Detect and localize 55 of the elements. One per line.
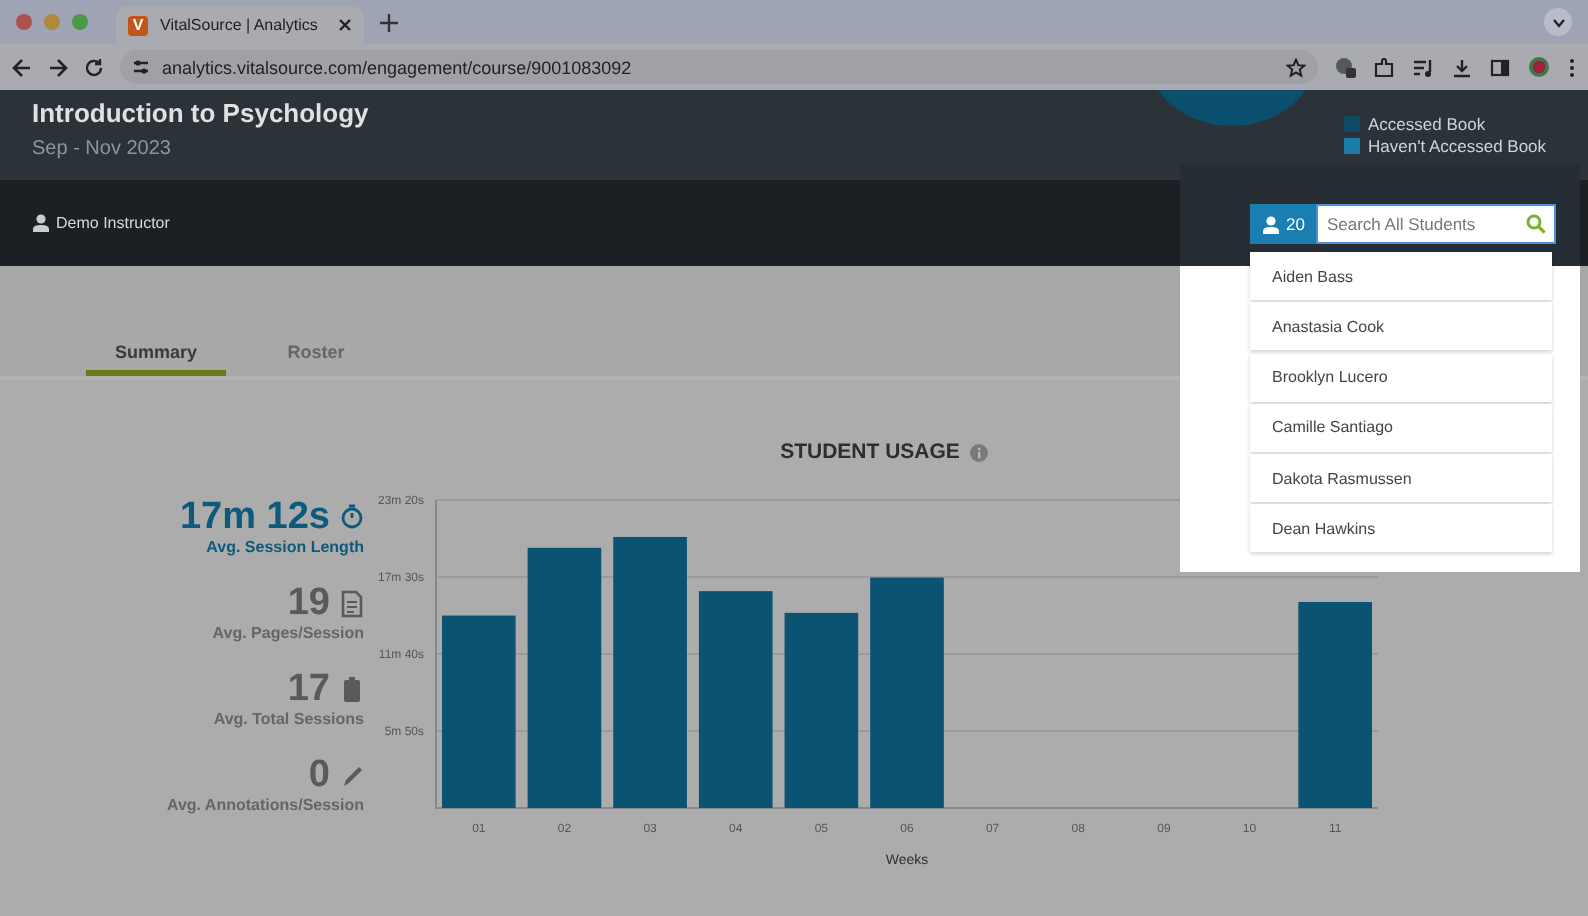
student-suggestion[interactable]: Dakota Rasmussen — [1250, 454, 1552, 503]
site-settings-icon[interactable] — [132, 58, 150, 76]
back-arrow-icon[interactable] — [12, 57, 32, 77]
stat-value: 17m 12s — [179, 496, 330, 538]
caret-icon[interactable] — [1551, 17, 1565, 27]
chart-title: STUDENT USAGE — [780, 440, 960, 464]
search-icon[interactable] — [1526, 214, 1547, 234]
student-suggestion[interactable]: Brooklyn Lucero — [1250, 353, 1552, 402]
window-control-dot[interactable] — [72, 14, 88, 30]
student-suggestion[interactable]: Anastasia Cook — [1250, 302, 1552, 351]
address-bar[interactable]: analytics.vitalsource.com/engagement/course/9001083092 — [120, 50, 1318, 84]
profile-avatar-icon[interactable] — [1528, 56, 1550, 78]
download-icon[interactable] — [1452, 57, 1472, 77]
puzzle-icon[interactable] — [1374, 57, 1394, 77]
user-icon — [32, 214, 50, 232]
stat-value: 19 — [287, 582, 330, 624]
forward-arrow-icon[interactable] — [48, 57, 68, 77]
reload-icon[interactable] — [84, 57, 104, 77]
more-menu-icon[interactable] — [1568, 57, 1576, 77]
stat-label: Avg. Pages/Session — [212, 624, 364, 642]
browser-tab[interactable]: V VitalSource | Analytics — [116, 6, 364, 44]
close-icon[interactable] — [338, 18, 352, 32]
course-title: Introduction to Psychology — [32, 98, 369, 128]
favicon: V — [128, 15, 148, 35]
course-dates: Sep - Nov 2023 — [32, 138, 173, 160]
battery-icon — [340, 675, 364, 703]
stat-label: Avg. Annotations/Session — [166, 796, 364, 814]
star-icon[interactable] — [1286, 57, 1306, 77]
student-suggestion[interactable]: Dean Hawkins — [1250, 504, 1552, 553]
tab-menu-button[interactable] — [1544, 8, 1572, 36]
student-count-button[interactable]: 20 — [1250, 204, 1317, 244]
plus-icon[interactable] — [380, 13, 398, 31]
instructor-name: Demo Instructor — [56, 214, 170, 232]
legend-label: Accessed Book — [1368, 114, 1486, 134]
url-text: analytics.vitalsource.com/engagement/course/9001083092 — [162, 57, 634, 77]
stat-value: 0 — [308, 754, 330, 796]
window-control-dot[interactable] — [44, 14, 60, 30]
student-suggestion[interactable]: Camille Santiago — [1250, 403, 1552, 452]
tab[interactable]: Summary — [86, 342, 226, 376]
student-suggestion[interactable]: Aiden Bass — [1250, 252, 1552, 300]
tab-title: VitalSource | Analytics — [160, 16, 320, 34]
media-control-icon[interactable] — [1412, 57, 1434, 77]
stat-label: Avg. Total Sessions — [213, 710, 364, 728]
user-icon — [1262, 215, 1280, 233]
stat-value: 17 — [287, 668, 330, 710]
legend-label: Haven't Accessed Book — [1368, 136, 1547, 156]
stat-label: Avg. Session Length — [206, 538, 364, 556]
search-field[interactable]: Search All Students — [1316, 204, 1557, 244]
pencil-icon — [340, 761, 364, 789]
document-icon — [340, 589, 364, 617]
window-control-dot[interactable] — [16, 14, 32, 30]
stopwatch-icon — [340, 503, 364, 531]
info-icon — [969, 443, 988, 461]
side-panel-icon[interactable] — [1490, 57, 1510, 77]
extension-badge-icon[interactable] — [1334, 56, 1356, 78]
